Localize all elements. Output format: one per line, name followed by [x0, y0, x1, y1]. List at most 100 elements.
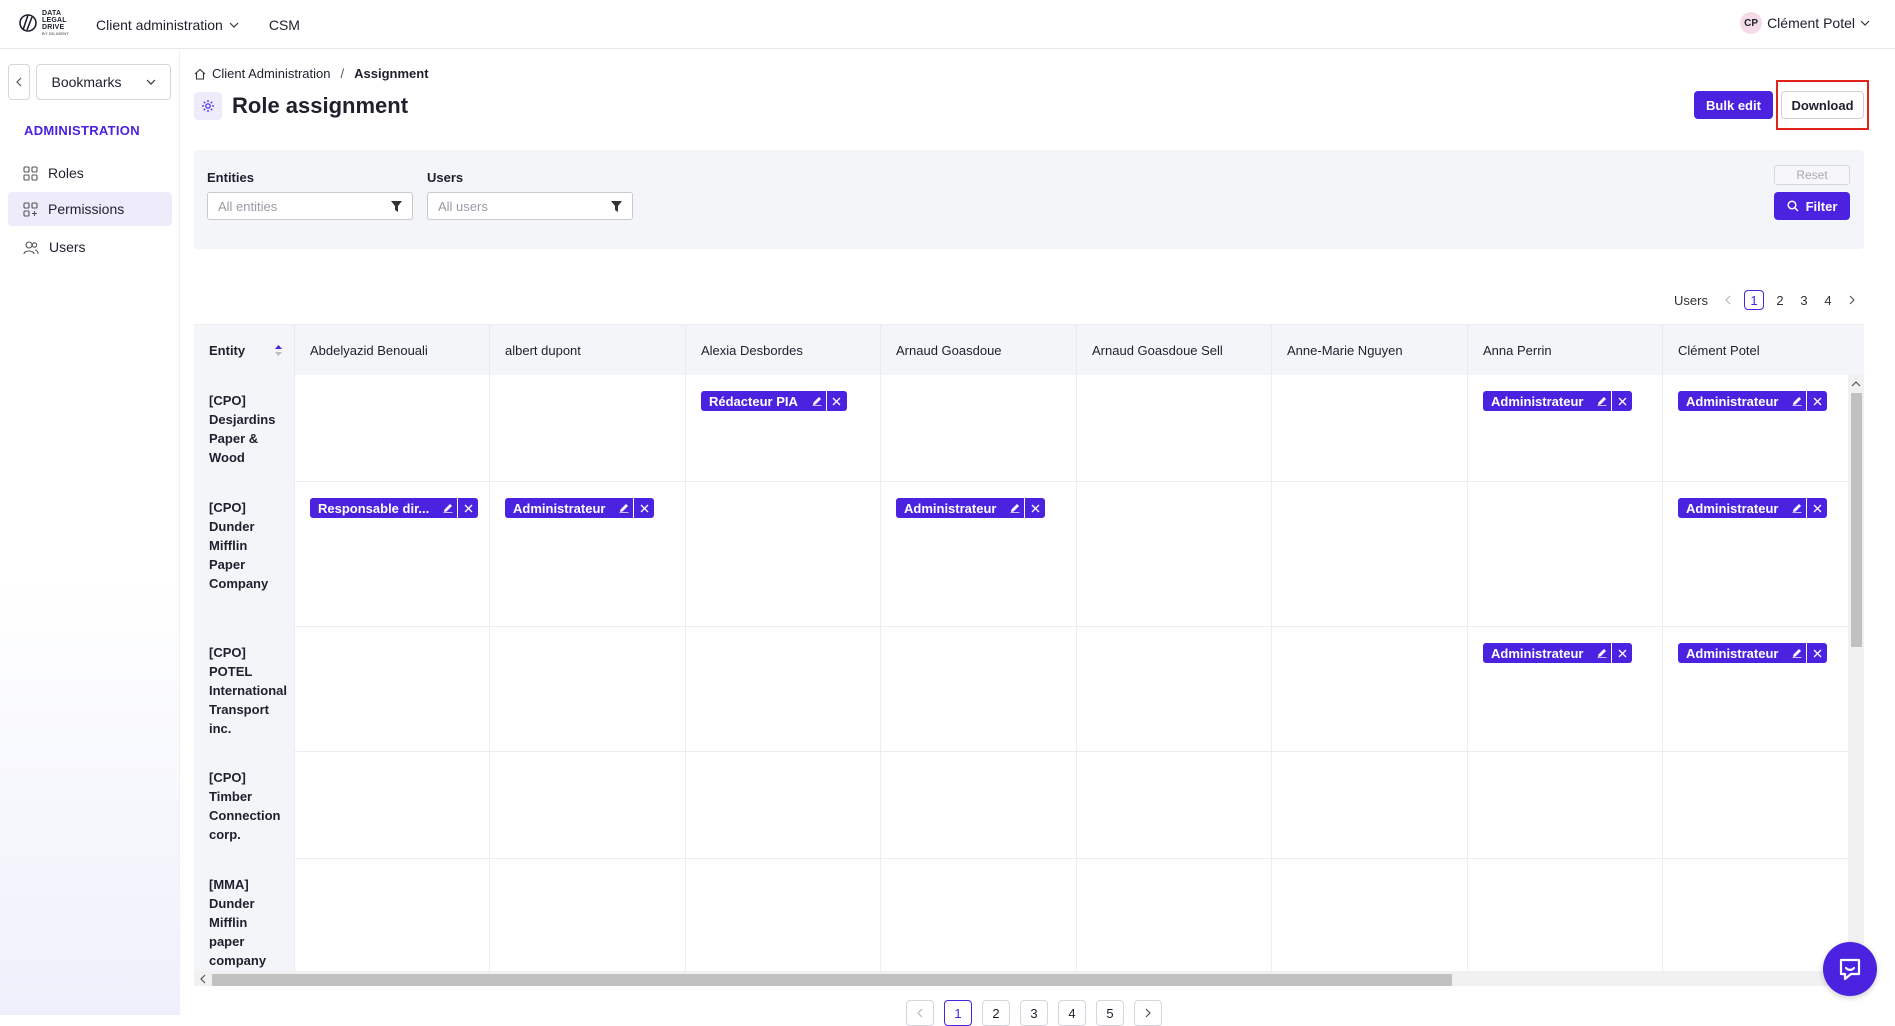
- role-cell[interactable]: Administrateur: [881, 482, 1077, 627]
- edit-role-button[interactable]: [808, 391, 827, 411]
- users-pager-prev[interactable]: [1720, 290, 1736, 310]
- role-cell[interactable]: [295, 375, 490, 482]
- role-cell[interactable]: [686, 859, 881, 986]
- users-pager-page-1[interactable]: 1: [1744, 290, 1764, 310]
- remove-role-button[interactable]: [1807, 643, 1827, 663]
- role-cell[interactable]: [1077, 752, 1272, 859]
- role-cell[interactable]: [295, 627, 490, 752]
- app-logo[interactable]: DATA LEGAL DRIVE BY DILIGENT: [18, 10, 69, 36]
- role-cell[interactable]: [1468, 859, 1663, 986]
- bottom-pager-page-5[interactable]: 5: [1096, 1000, 1124, 1026]
- edit-role-button[interactable]: [439, 498, 459, 518]
- column-header-user: Anne-Marie Nguyen: [1272, 325, 1468, 375]
- bottom-pager-page-4[interactable]: 4: [1058, 1000, 1086, 1026]
- filter-button[interactable]: Filter: [1774, 192, 1850, 220]
- bottom-pager-page-2[interactable]: 2: [982, 1000, 1010, 1026]
- remove-role-button[interactable]: [1807, 391, 1827, 411]
- entity-cell: [CPO] Timber Connection corp.: [194, 752, 295, 859]
- role-cell[interactable]: [686, 752, 881, 859]
- role-cell[interactable]: [881, 627, 1077, 752]
- role-cell[interactable]: [490, 752, 686, 859]
- remove-role-button[interactable]: [1025, 498, 1045, 518]
- role-cell[interactable]: Administrateur: [1468, 627, 1663, 752]
- role-cell[interactable]: [1468, 752, 1663, 859]
- role-cell[interactable]: Administrateur: [1663, 482, 1864, 627]
- edit-role-button[interactable]: [1593, 643, 1613, 663]
- remove-role-button[interactable]: [458, 498, 478, 518]
- role-cell[interactable]: [1468, 482, 1663, 627]
- remove-role-button[interactable]: [1807, 498, 1827, 518]
- role-cell[interactable]: Administrateur: [1663, 627, 1864, 752]
- bottom-pager-next[interactable]: [1134, 1000, 1162, 1026]
- edit-role-button[interactable]: [1593, 391, 1613, 411]
- role-cell[interactable]: [1077, 627, 1272, 752]
- users-filter-select[interactable]: All users: [427, 192, 633, 220]
- column-header-entity[interactable]: Entity: [194, 325, 295, 375]
- role-cell[interactable]: Administrateur: [490, 482, 686, 627]
- role-cell[interactable]: [490, 627, 686, 752]
- horizontal-scrollbar[interactable]: [194, 971, 1864, 986]
- role-cell[interactable]: [1077, 482, 1272, 627]
- sidebar: Bookmarks ADMINISTRATION Roles Permissio…: [0, 50, 180, 1015]
- role-cell[interactable]: Administrateur: [1468, 375, 1663, 482]
- edit-role-button[interactable]: [1006, 498, 1026, 518]
- role-cell[interactable]: [490, 859, 686, 986]
- sidebar-item-permissions[interactable]: Permissions: [8, 192, 172, 226]
- pencil-icon: [1010, 504, 1020, 513]
- bookmarks-dropdown[interactable]: Bookmarks: [36, 64, 171, 100]
- role-cell[interactable]: [686, 482, 881, 627]
- role-cell[interactable]: [490, 375, 686, 482]
- role-tag: Administrateur: [1483, 643, 1633, 663]
- logo-mark-icon: [19, 14, 37, 32]
- nav-csm[interactable]: CSM: [269, 17, 300, 33]
- remove-role-button[interactable]: [1612, 391, 1632, 411]
- role-cell[interactable]: [1272, 627, 1468, 752]
- horizontal-scrollbar-thumb[interactable]: [212, 974, 1452, 986]
- remove-role-button[interactable]: [827, 391, 847, 411]
- role-cell[interactable]: [1272, 375, 1468, 482]
- breadcrumb-home-link[interactable]: Client Administration: [212, 66, 331, 81]
- sidebar-collapse-button[interactable]: [8, 64, 30, 100]
- edit-role-button[interactable]: [1788, 498, 1808, 518]
- role-cell[interactable]: Administrateur: [1663, 375, 1864, 482]
- role-cell[interactable]: [881, 752, 1077, 859]
- role-cell[interactable]: [1272, 482, 1468, 627]
- bottom-pager-page-3[interactable]: 3: [1020, 1000, 1048, 1026]
- user-menu[interactable]: CP Clément Potel: [1740, 12, 1870, 34]
- vertical-scrollbar[interactable]: [1848, 375, 1864, 971]
- role-cell[interactable]: [881, 859, 1077, 986]
- role-cell[interactable]: [1272, 859, 1468, 986]
- edit-role-button[interactable]: [1788, 391, 1808, 411]
- role-cell[interactable]: [686, 627, 881, 752]
- users-pager-page-2[interactable]: 2: [1772, 290, 1788, 310]
- role-cell[interactable]: [295, 752, 490, 859]
- edit-role-button[interactable]: [1788, 643, 1808, 663]
- role-cell[interactable]: [881, 375, 1077, 482]
- help-chat-button[interactable]: [1823, 942, 1877, 996]
- role-cell[interactable]: [1077, 375, 1272, 482]
- bottom-pager-page-1[interactable]: 1: [944, 1000, 972, 1026]
- users-pager-page-4[interactable]: 4: [1820, 290, 1836, 310]
- page-title: Role assignment: [232, 93, 409, 118]
- entities-filter-select[interactable]: All entities: [207, 192, 413, 220]
- role-cell[interactable]: Rédacteur PIA: [686, 375, 881, 482]
- remove-role-button[interactable]: [634, 498, 654, 518]
- role-cell[interactable]: [295, 859, 490, 986]
- reset-button[interactable]: Reset: [1774, 165, 1850, 185]
- role-cell[interactable]: [1663, 752, 1864, 859]
- sidebar-item-roles[interactable]: Roles: [8, 156, 172, 190]
- sidebar-item-users[interactable]: Users: [8, 230, 172, 264]
- entities-filter-label: Entities: [207, 170, 254, 185]
- role-cell[interactable]: [1272, 752, 1468, 859]
- role-cell[interactable]: Responsable dir...: [295, 482, 490, 627]
- nav-client-administration[interactable]: Client administration: [96, 17, 239, 33]
- bottom-pager-prev[interactable]: [906, 1000, 934, 1026]
- users-pager-page-3[interactable]: 3: [1796, 290, 1812, 310]
- bulk-edit-button[interactable]: Bulk edit: [1694, 91, 1773, 119]
- role-cell[interactable]: [1077, 859, 1272, 986]
- vertical-scrollbar-thumb[interactable]: [1851, 393, 1862, 647]
- chat-icon: [1839, 958, 1861, 981]
- remove-role-button[interactable]: [1612, 643, 1632, 663]
- edit-role-button[interactable]: [615, 498, 635, 518]
- users-pager-next[interactable]: [1844, 290, 1860, 310]
